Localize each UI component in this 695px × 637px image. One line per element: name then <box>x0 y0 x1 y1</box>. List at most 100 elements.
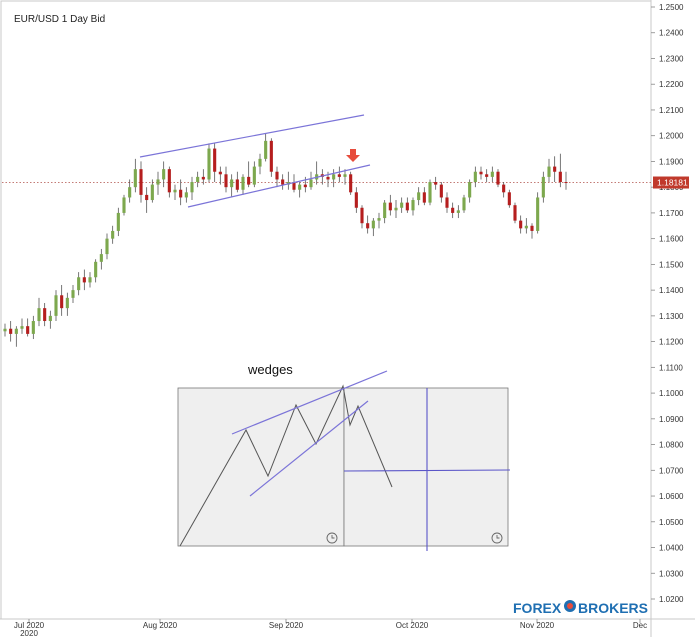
candle-up <box>230 179 234 188</box>
y-tick-label: 1.1700 <box>659 209 684 218</box>
candle-up <box>394 207 398 211</box>
candle-down <box>26 326 30 334</box>
y-tick-label: 1.0800 <box>659 441 684 450</box>
y-tick-label: 1.2300 <box>659 54 684 63</box>
candle-down <box>530 225 534 231</box>
y-tick-label: 1.1100 <box>659 363 683 372</box>
candle-down <box>349 174 353 193</box>
candle-down <box>303 184 307 188</box>
candle-up <box>111 230 115 239</box>
y-tick-label: 1.0300 <box>659 569 684 578</box>
candle-down <box>451 207 455 213</box>
y-tick-label: 1.2100 <box>659 106 684 115</box>
candle-down <box>139 169 143 195</box>
candle-up <box>65 297 69 309</box>
candle-down <box>445 197 449 208</box>
candle-down <box>439 184 443 198</box>
candle-up <box>309 179 313 188</box>
candle-up <box>462 197 466 211</box>
candle-down <box>479 171 483 175</box>
candle-down <box>422 192 426 203</box>
candle-up <box>31 321 35 334</box>
candle-up <box>371 220 375 229</box>
y-tick-label: 1.0700 <box>659 466 684 475</box>
candle-down <box>564 182 568 184</box>
candle-up <box>332 174 336 180</box>
candle-up <box>298 184 302 190</box>
candle-up <box>54 295 58 316</box>
candle-up <box>133 169 137 188</box>
candle-down <box>247 176 251 185</box>
candle-up <box>196 176 200 183</box>
candle-down <box>9 328 13 334</box>
candle-up <box>48 315 52 322</box>
candle-up <box>3 328 7 332</box>
candle-up <box>417 192 421 201</box>
x-tick-label: Nov 2020 <box>520 621 555 630</box>
candle-up <box>428 182 432 203</box>
candle-up <box>343 174 347 177</box>
current-price-label: 1.18181 <box>657 178 688 188</box>
candle-down <box>496 171 500 185</box>
candle-down <box>366 223 370 229</box>
candle-up <box>116 212 120 231</box>
candle-up <box>252 166 256 185</box>
candle-up <box>162 169 166 180</box>
candle-up <box>411 200 415 211</box>
candle-down <box>354 192 358 208</box>
candle-down <box>513 205 517 221</box>
y-tick-label: 1.0400 <box>659 544 684 553</box>
candle-down <box>60 295 64 309</box>
candle-up <box>241 176 245 190</box>
bull-icon <box>564 600 576 612</box>
candle-down <box>553 166 557 172</box>
candle-up <box>377 218 381 221</box>
candle-up <box>20 326 24 329</box>
current-price-tag: 1.18181 <box>653 176 689 189</box>
y-axis: 1.2500 1.2400 1.2300 1.2200 1.2100 1.2000 1.19… <box>651 3 684 604</box>
candle-up <box>190 182 194 193</box>
candle-up <box>37 308 41 322</box>
candle-up <box>128 187 132 198</box>
candle-up <box>264 140 268 159</box>
candle-up <box>468 182 472 198</box>
candle-down <box>213 148 217 172</box>
y-tick-label: 1.0600 <box>659 492 684 501</box>
candle-up <box>150 184 154 201</box>
y-tick-label: 1.2000 <box>659 132 684 141</box>
candle-down <box>337 174 341 177</box>
candle-down <box>43 308 47 322</box>
candle-up <box>88 277 92 283</box>
inset-title: wedges <box>247 362 293 377</box>
candle-up <box>473 171 477 183</box>
inset-left-panel <box>177 387 345 547</box>
candle-down <box>360 207 364 224</box>
candle-down <box>145 194 149 201</box>
candle-up <box>400 202 404 208</box>
candle-down <box>218 171 222 175</box>
candle-up <box>207 148 211 180</box>
candle-down <box>275 171 279 180</box>
candle-down <box>82 277 86 283</box>
y-tick-label: 1.2200 <box>659 80 684 89</box>
candle-down <box>558 171 562 183</box>
y-tick-label: 1.0500 <box>659 518 684 527</box>
y-tick-label: 1.0200 <box>659 595 684 604</box>
brand-brokers: BROKERS <box>578 600 648 616</box>
y-tick-label: 1.2500 <box>659 3 684 12</box>
candle-down <box>485 174 489 177</box>
candle-up <box>156 179 160 185</box>
candle-down <box>434 182 438 185</box>
y-tick-label: 1.1200 <box>659 338 684 347</box>
candle-up <box>456 210 460 213</box>
y-tick-label: 1.1000 <box>659 389 684 398</box>
candle-up <box>536 197 540 231</box>
x-tick-label: Aug 2020 <box>143 621 178 630</box>
x-axis: Jul 2020 Aug 2020 Sep 2020 Oct 2020 Nov 2020… <box>14 619 647 637</box>
candle-up <box>383 202 387 219</box>
candle-up <box>77 277 81 291</box>
y-tick-label: 1.1500 <box>659 260 684 269</box>
candle-up <box>122 197 126 213</box>
forexbrokers-logo: FOREX BROKERS <box>513 600 648 616</box>
candle-down <box>201 176 205 180</box>
